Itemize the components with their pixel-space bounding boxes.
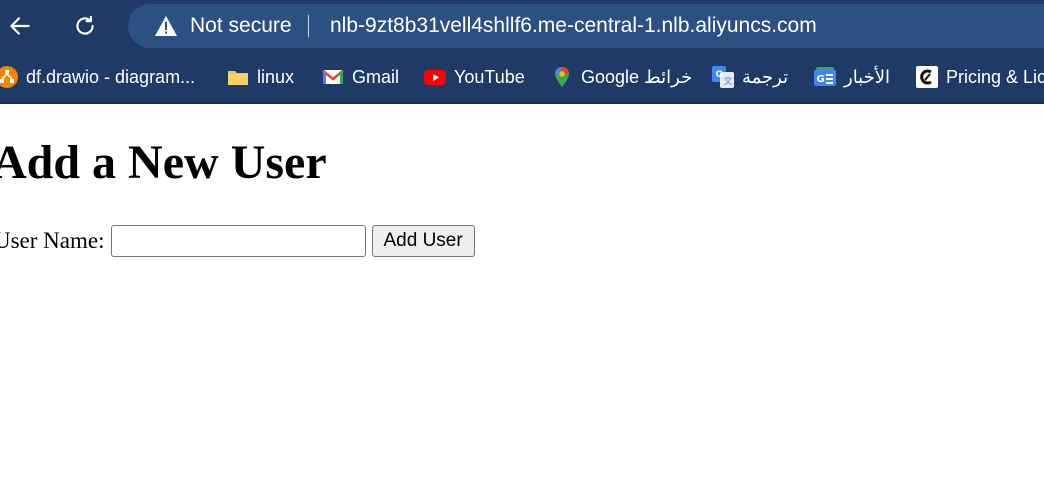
bookmark-label: Google خرائط: [581, 66, 693, 87]
drawio-icon: [0, 66, 18, 88]
bookmarks-bar: df.drawio - diagram... linux Gmail YouTu…: [0, 52, 1044, 104]
user-name-label: User Name:: [0, 228, 105, 253]
reload-icon: [76, 15, 94, 35]
pricing-site-icon: [916, 66, 938, 88]
browser-toolbar: Not secure nlb-9zt8b31vell4shllf6.me-cen…: [0, 0, 1044, 52]
address-separator: [308, 15, 309, 37]
back-button[interactable]: [4, 10, 36, 42]
bookmark-label: YouTube: [454, 66, 525, 87]
bookmark-label: df.drawio - diagram...: [26, 66, 196, 87]
warning-triangle-icon[interactable]: [154, 15, 178, 37]
bookmark-label: الأخبار: [844, 66, 891, 87]
bookmark-label: linux: [257, 66, 295, 87]
bookmark-label: Pricing & Lic: [946, 66, 1044, 87]
add-user-button[interactable]: Add User: [371, 225, 475, 257]
bookmark-drawio[interactable]: df.drawio - diagram...: [0, 64, 195, 90]
page-title: Add a New User: [0, 136, 327, 189]
bookmark-google-maps[interactable]: Google خرائط: [551, 64, 692, 90]
user-name-input[interactable]: [110, 225, 366, 257]
add-user-form: User Name: Add User: [0, 224, 475, 258]
url-text[interactable]: nlb-9zt8b31vell4shllf6.me-central-1.nlb.…: [330, 14, 817, 38]
bookmark-google-translate[interactable]: G 文 ترجمة: [712, 64, 788, 90]
folder-icon: [227, 66, 249, 88]
address-bar[interactable]: Not secure nlb-9zt8b31vell4shllf6.me-cen…: [128, 4, 1044, 48]
bookmark-pricing[interactable]: Pricing & Lic: [916, 64, 1044, 90]
svg-text:G: G: [716, 70, 723, 80]
google-news-icon: G: [814, 66, 836, 88]
security-status-text[interactable]: Not secure: [190, 14, 292, 38]
reload-button[interactable]: [69, 10, 101, 42]
bookmark-linux[interactable]: linux: [227, 64, 294, 90]
google-translate-icon: G 文: [712, 66, 734, 88]
bookmark-youtube[interactable]: YouTube: [424, 64, 525, 90]
svg-text:文: 文: [724, 75, 733, 87]
gmail-icon: [322, 66, 344, 88]
back-arrow-icon: [10, 17, 30, 35]
bookmark-google-news[interactable]: G الأخبار: [814, 64, 890, 90]
youtube-icon: [424, 66, 446, 88]
google-maps-icon: [551, 66, 573, 88]
bookmark-label: Gmail: [352, 66, 400, 87]
bookmark-gmail[interactable]: Gmail: [322, 64, 399, 90]
svg-text:G: G: [817, 74, 825, 85]
bookmark-label: ترجمة: [742, 66, 789, 87]
